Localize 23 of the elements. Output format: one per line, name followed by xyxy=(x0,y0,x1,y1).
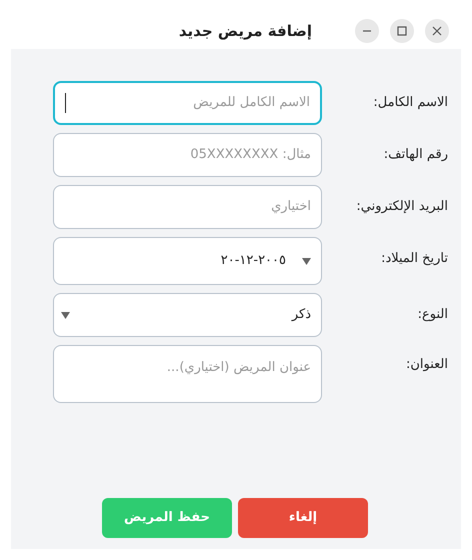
cancel-button[interactable]: إلغاء xyxy=(238,498,368,538)
input-field[interactable]: مثال: 05XXXXXXXX xyxy=(53,133,322,177)
minimize-icon xyxy=(362,30,372,32)
maximize-icon xyxy=(397,26,407,36)
close-button[interactable] xyxy=(425,19,449,43)
field-label: العنوان: xyxy=(404,356,448,374)
dropdown-arrow-icon xyxy=(302,258,311,264)
text-area[interactable]: عنوان المريض (اختياري)... xyxy=(53,345,322,403)
field-label: الاسم الكامل: xyxy=(372,94,448,112)
input-field[interactable]: اختياري xyxy=(53,185,322,229)
field-label: تاريخ الميلاد: xyxy=(380,250,448,268)
dropdown-arrow-icon xyxy=(61,312,70,318)
field-label: النوع: xyxy=(416,306,448,324)
window-title: إضافة مريض جديد xyxy=(178,21,312,42)
save-button[interactable]: حفظ المريض xyxy=(102,498,232,538)
maximize-button[interactable] xyxy=(390,19,414,43)
dropdown-field[interactable]: ذكر xyxy=(53,293,322,337)
input-field[interactable]: الاسم الكامل للمريض xyxy=(53,81,322,125)
dropdown-field[interactable]: ٢٠٠٥-١٢-٢٠ xyxy=(53,237,322,285)
field-label: البريد الإلكتروني: xyxy=(355,198,448,216)
close-icon xyxy=(432,26,442,36)
text-cursor xyxy=(65,93,66,113)
field-label: رقم الهاتف: xyxy=(382,146,448,164)
